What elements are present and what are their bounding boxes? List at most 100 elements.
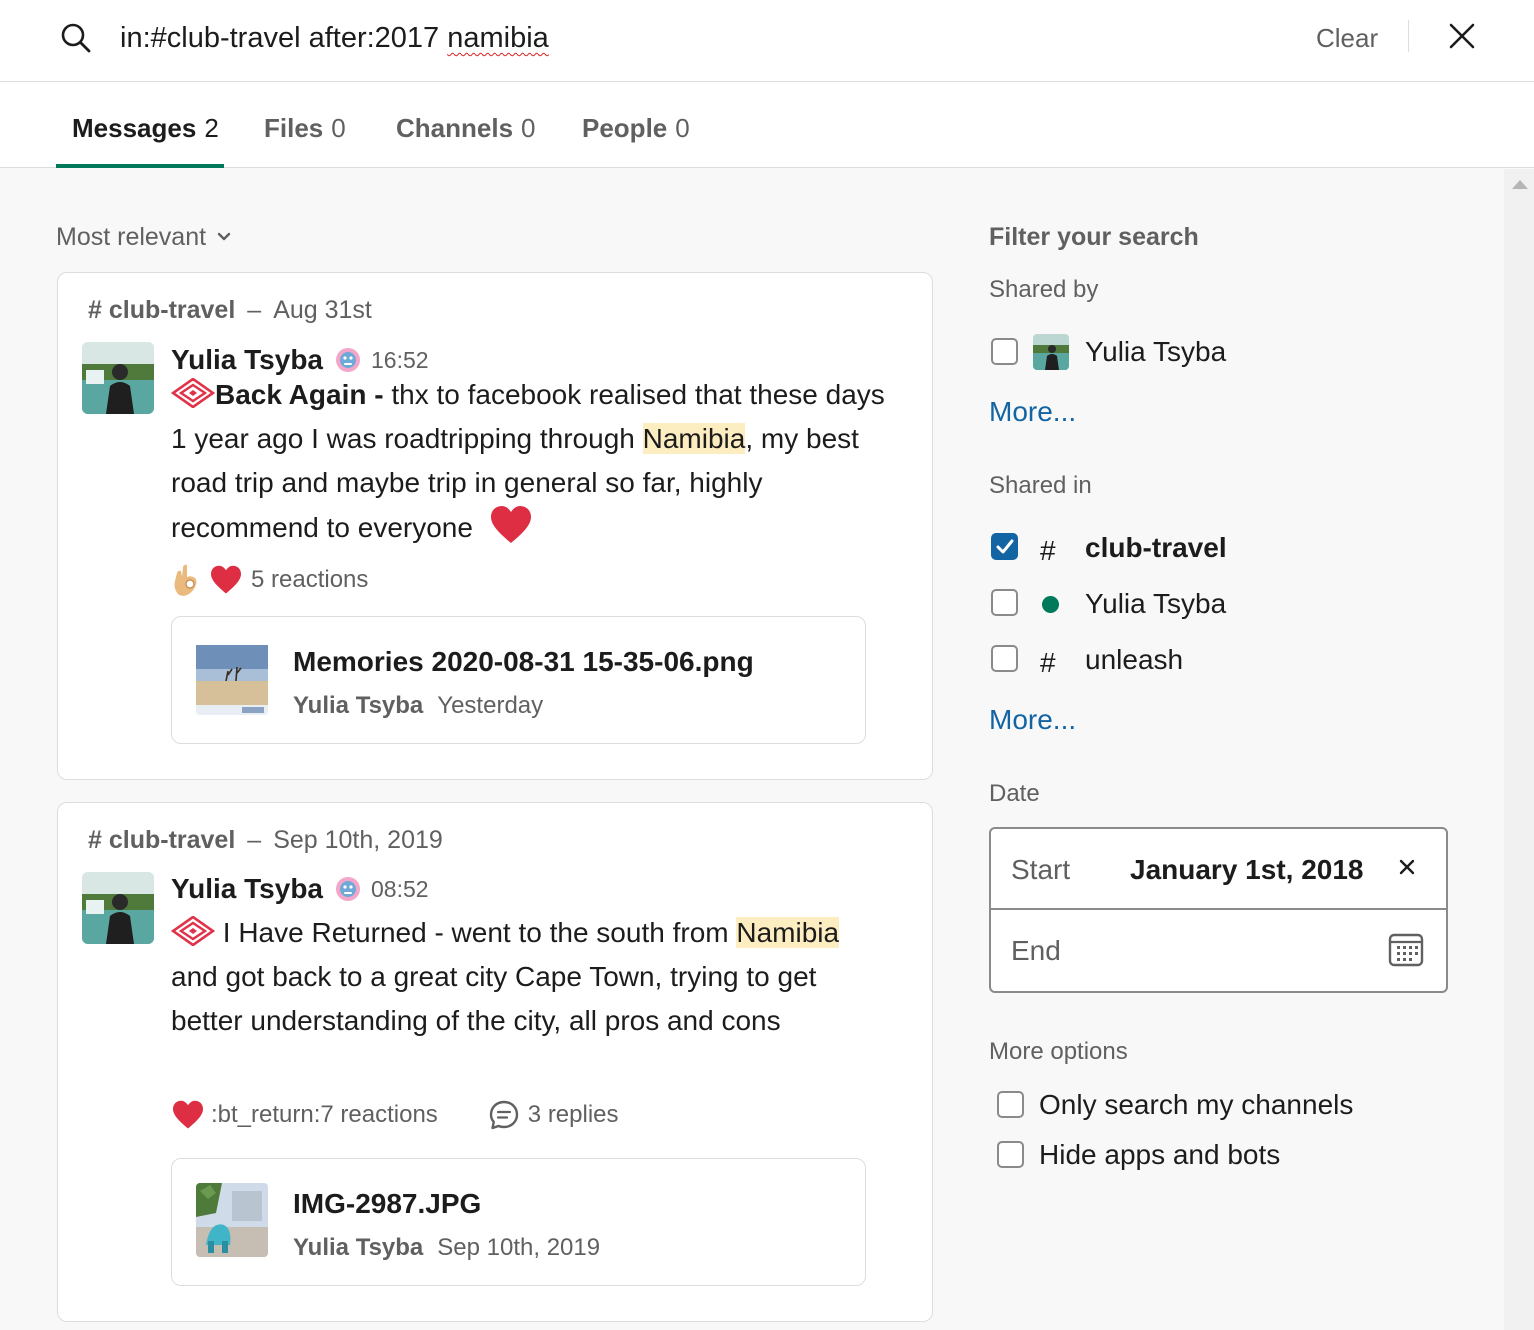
avatar [1033,334,1069,370]
tab-people[interactable]: People 0 [582,110,690,146]
tab-messages[interactable]: Messages 2 [72,110,219,146]
result-channel[interactable]: # club-travel [88,826,235,854]
shared-in-checkbox[interactable] [991,589,1018,616]
reactions-count[interactable]: 5 reactions [251,566,368,594]
tab-files[interactable]: Files 0 [264,110,346,146]
file-name: IMG-2987.JPG [293,1188,482,1219]
status-emoji-icon [336,877,360,901]
file-thumbnail [196,641,268,715]
avatar[interactable] [82,342,154,414]
search-icon [61,23,91,53]
reactions-count[interactable]: :bt_return:7 reactions [211,1101,438,1129]
search-query-misspelled: namibia [447,22,549,54]
message-text: I Have Returned - went to the south from… [171,911,891,1043]
file-attachment[interactable]: Memories 2020-08-31 15-35-06.png Yulia T… [171,616,866,744]
chevron-down-icon [217,232,231,241]
file-date: Yesterday [437,692,544,719]
replies-count[interactable]: 3 replies [528,1101,619,1129]
more-options-label: More options [989,1038,1128,1065]
message-text: Back Again - thx to facebook realised th… [171,373,891,550]
search-bar: in:#club-travel after:2017 namibia Clear [0,0,1534,82]
search-query-text: in:#club-travel after:2017 [120,22,448,54]
calendar-icon[interactable] [1387,930,1425,968]
file-date: Sep 10th, 2019 [437,1234,601,1261]
heart-emoji-icon[interactable] [171,1100,205,1130]
hide-apps-bots-checkbox[interactable] [997,1141,1024,1168]
sort-label: Most relevant [56,223,207,251]
scrollbar[interactable] [1504,169,1534,1330]
shared-in-more-link[interactable]: More... [989,701,1076,739]
ok-hand-emoji-icon[interactable] [171,563,201,597]
avatar[interactable] [82,872,154,944]
reactions-bar: 5 reactions [171,563,368,597]
scroll-up-arrow-icon[interactable] [1512,180,1528,189]
tab-count: 0 [331,113,346,143]
hide-apps-bots-label[interactable]: Hide apps and bots [1039,1136,1280,1174]
tab-label: Channels [396,113,514,143]
result-channel[interactable]: # club-travel [88,296,235,324]
divider [1408,20,1409,52]
result-tabs: Messages 2 Files 0 Channels 0 People 0 [0,82,1534,168]
reactions-bar: :bt_return:7 reactions 3 replies [171,1099,619,1131]
meta-separator: – [247,296,262,324]
result-date: Aug 31st [273,296,372,324]
file-attachment[interactable]: IMG-2987.JPG Yulia Tsyba Sep 10th, 2019 [171,1158,866,1286]
shared-in-checkbox[interactable] [991,533,1018,560]
diamond-logo-icon [171,916,215,946]
close-icon[interactable] [1444,18,1480,54]
search-highlight: Namibia [736,917,840,948]
channel-hash-icon: # [1040,647,1056,678]
sender-name[interactable]: Yulia Tsyba [171,870,323,908]
only-my-channels-label[interactable]: Only search my channels [1039,1086,1353,1124]
file-owner: Yulia Tsyba [293,692,424,719]
shared-by-option-label[interactable]: Yulia Tsyba [1085,333,1226,371]
sort-dropdown[interactable]: Most relevant [56,220,232,254]
tab-label: Files [264,113,324,143]
date-range-picker: Start January 1st, 2018 End [989,827,1448,993]
clear-button[interactable]: Clear [1316,20,1378,56]
search-highlight: Namibia [642,423,746,454]
meta-separator: – [247,826,262,854]
message-body: I Have Returned - went to the south from [215,917,737,948]
search-input[interactable]: in:#club-travel after:2017 namibia [120,18,549,58]
file-meta: Yulia Tsyba Yesterday [293,689,543,723]
online-status-dot-icon [1042,596,1059,613]
filter-title: Filter your search [989,223,1199,251]
diamond-logo-icon [171,378,215,408]
search-result-card[interactable]: # club-travel – Aug 31st Yulia Tsyba 16:52… [57,272,933,780]
tab-channels[interactable]: Channels 0 [396,110,536,146]
tab-label: Messages [72,113,197,143]
date-start-label: Start [1011,854,1071,885]
tab-count: 2 [204,113,219,143]
only-my-channels-checkbox[interactable] [997,1091,1024,1118]
shared-by-checkbox[interactable] [991,338,1018,365]
shared-by-more-link[interactable]: More... [989,393,1076,431]
date-end-field[interactable]: End [991,910,1446,991]
message-time[interactable]: 08:52 [371,870,429,908]
shared-in-label: Shared in [989,472,1092,499]
message-body-cont: and got back to a great city Cape Town, … [171,961,817,1036]
result-date: Sep 10th, 2019 [273,826,443,854]
message-title: Back Again - [215,379,384,410]
thread-replies-icon[interactable] [488,1099,520,1131]
date-start-field[interactable]: Start January 1st, 2018 [991,829,1446,910]
heart-emoji-icon[interactable] [209,565,243,595]
shared-in-checkbox[interactable] [991,645,1018,672]
clear-date-icon[interactable] [1395,855,1419,879]
active-tab-indicator [56,164,224,168]
shared-in-option-label[interactable]: Yulia Tsyba [1085,585,1226,623]
shared-in-option-label[interactable]: unleash [1085,641,1183,679]
result-meta: # club-travel – Aug 31st [88,293,372,327]
result-meta: # club-travel – Sep 10th, 2019 [88,823,443,857]
date-end-label: End [1011,935,1061,966]
sender-line: Yulia Tsyba 08:52 [171,870,429,908]
tab-count: 0 [521,113,536,143]
shared-in-option-label[interactable]: club-travel [1085,529,1227,567]
file-owner: Yulia Tsyba [293,1234,424,1261]
shared-by-label: Shared by [989,276,1099,303]
search-result-card[interactable]: # club-travel – Sep 10th, 2019 Yulia Tsyba… [57,802,933,1322]
status-emoji-icon [336,348,360,372]
tab-count: 0 [675,113,690,143]
channel-hash-icon: # [1040,535,1056,566]
heart-emoji-icon [490,506,531,543]
